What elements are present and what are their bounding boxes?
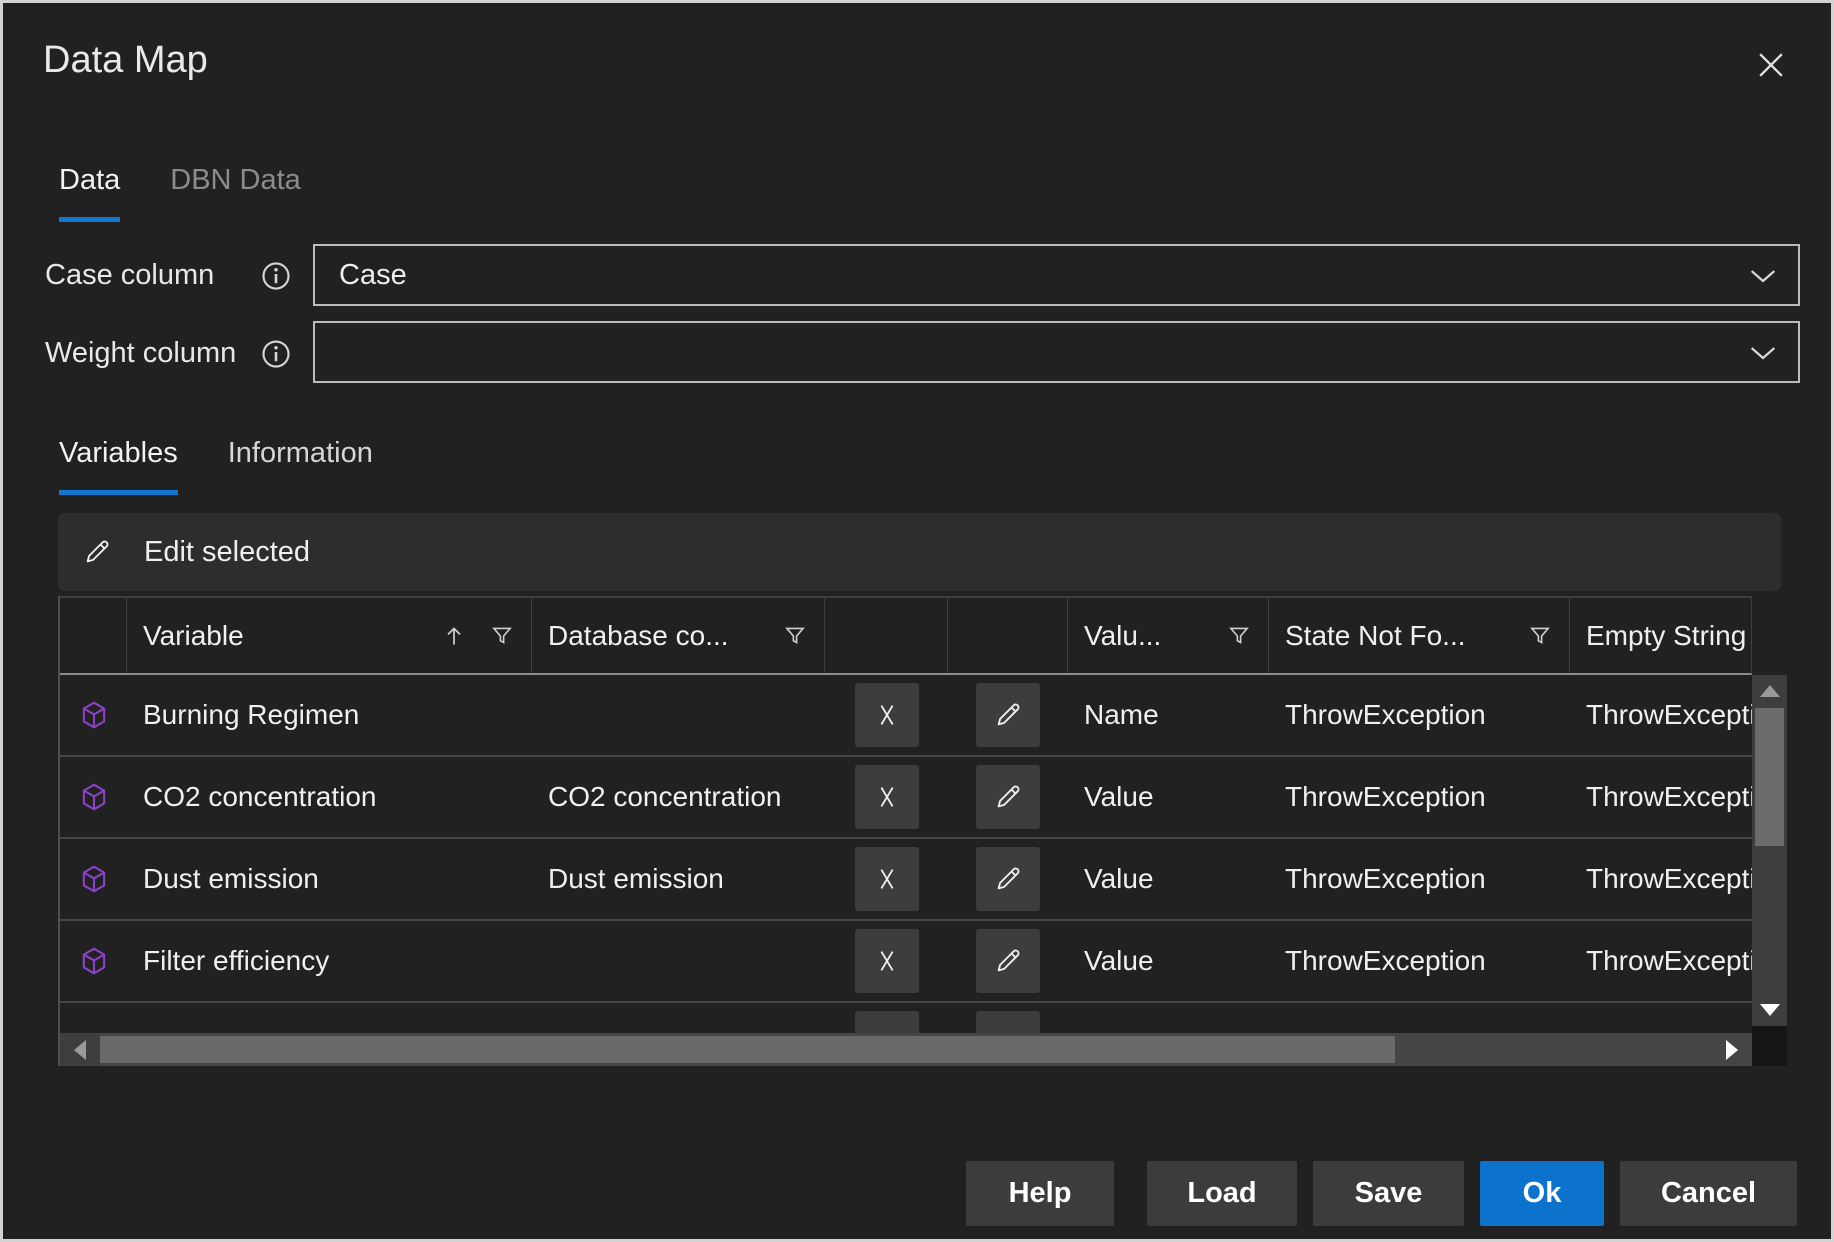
variable-cell: Filter efficiency [127,945,532,977]
filter-icon[interactable] [1527,623,1553,649]
edit-selected-button[interactable]: Edit selected [58,513,1781,591]
variable-cell: Burning Regimen [127,699,532,731]
remove-mapping-button[interactable] [855,683,919,747]
variable-node-icon [78,945,110,977]
footer-button-bar: Help Load Save Ok Cancel [3,1161,1831,1226]
state-not-found-cell: ThrowException [1269,699,1570,731]
variable-node-icon [78,781,110,813]
variable-node-icon [78,863,110,895]
remove-mapping-button[interactable] [855,847,919,911]
header-edit-column [948,598,1068,673]
scrollbar-corner [1752,1026,1787,1066]
load-button[interactable]: Load [1147,1161,1297,1226]
edit-row-button[interactable] [976,1011,1040,1033]
scroll-up-arrow-icon[interactable] [1760,685,1780,697]
remove-mapping-button[interactable] [855,1011,919,1033]
case-column-value: Case [339,259,407,292]
header-delete-column [825,598,948,673]
info-icon[interactable] [261,261,291,291]
value-cell: Value [1068,863,1269,895]
table-row-partial[interactable] [60,1003,1752,1033]
ok-button[interactable]: Ok [1480,1161,1604,1226]
state-not-found-cell: ThrowException [1269,863,1570,895]
chevron-down-icon [1746,259,1780,291]
edit-selected-label: Edit selected [144,536,310,569]
state-not-found-cell: ThrowException [1269,945,1570,977]
case-column-label: Case column [45,259,214,292]
top-tab-bar: Data DBN Data [59,163,301,222]
remove-mapping-button[interactable] [855,929,919,993]
weight-column-dropdown[interactable] [313,321,1800,383]
save-button[interactable]: Save [1313,1161,1464,1226]
header-empty-string[interactable]: Empty String [1570,598,1752,673]
close-icon [1751,45,1791,85]
help-button[interactable]: Help [966,1161,1114,1226]
value-cell: Name [1068,699,1269,731]
tab-variables[interactable]: Variables [59,436,178,495]
table-row[interactable]: CO2 concentration CO2 concentration Valu… [60,757,1752,839]
empty-string-cell: ThrowException [1570,863,1752,895]
header-state-not-found[interactable]: State Not Fo... [1269,598,1570,673]
scroll-down-arrow-icon[interactable] [1760,1004,1780,1016]
variable-cell: Dust emission [127,863,532,895]
tab-dbn-data[interactable]: DBN Data [170,163,301,222]
close-button[interactable] [1745,39,1797,91]
header-database-column[interactable]: Database co... [532,598,825,673]
vertical-scrollbar[interactable] [1752,675,1787,1026]
value-cell: Value [1068,781,1269,813]
weight-column-label: Weight column [45,337,236,370]
remove-mapping-button[interactable] [855,765,919,829]
data-map-dialog: Data Map Data DBN Data Case column Case … [0,0,1834,1242]
variables-table: Variable Database co... [58,596,1785,1066]
database-column-cell: CO2 concentration [532,781,825,813]
edit-row-button[interactable] [976,847,1040,911]
table-row[interactable]: Filter efficiency Value ThrowException T… [60,921,1752,1003]
table-row[interactable]: Dust emission Dust emission Value ThrowE… [60,839,1752,921]
case-column-dropdown[interactable]: Case [313,244,1800,306]
table-header: Variable Database co... [60,596,1752,675]
state-not-found-cell: ThrowException [1269,781,1570,813]
value-cell: Value [1068,945,1269,977]
empty-string-cell: ThrowException [1570,945,1752,977]
filter-icon[interactable] [782,623,808,649]
table-body: Burning Regimen Name ThrowException Thro… [60,675,1752,1033]
variable-node-icon [78,699,110,731]
filter-icon[interactable] [489,623,515,649]
filter-icon[interactable] [1226,623,1252,649]
scroll-left-arrow-icon[interactable] [60,1033,100,1066]
vertical-scrollbar-thumb[interactable] [1755,708,1784,846]
database-column-cell: Dust emission [532,863,825,895]
chevron-down-icon [1746,336,1780,368]
cancel-button[interactable]: Cancel [1620,1161,1797,1226]
empty-string-cell: ThrowException [1570,699,1752,731]
horizontal-scrollbar-thumb[interactable] [100,1036,1395,1063]
edit-row-button[interactable] [976,929,1040,993]
dialog-title: Data Map [43,39,208,82]
header-icon-column [60,598,127,673]
inner-tab-bar: Variables Information [59,436,373,495]
tab-data[interactable]: Data [59,163,120,222]
variable-cell: CO2 concentration [127,781,532,813]
header-value[interactable]: Valu... [1068,598,1269,673]
table-row[interactable]: Burning Regimen Name ThrowException Thro… [60,675,1752,757]
tab-information[interactable]: Information [228,436,373,495]
sort-ascending-icon[interactable] [441,623,467,649]
horizontal-scrollbar[interactable] [60,1033,1752,1066]
empty-string-cell: ThrowException [1570,781,1752,813]
edit-row-button[interactable] [976,683,1040,747]
scroll-right-arrow-icon[interactable] [1712,1033,1752,1066]
pencil-icon [82,537,112,567]
info-icon[interactable] [261,339,291,369]
header-variable[interactable]: Variable [127,598,532,673]
edit-row-button[interactable] [976,765,1040,829]
